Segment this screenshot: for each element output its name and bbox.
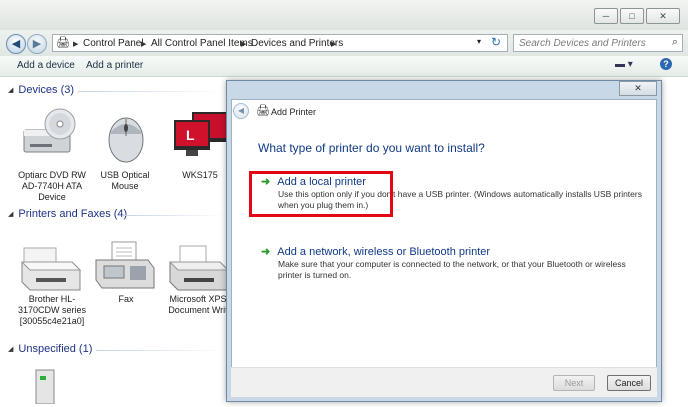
caption-buttons: ─ □ ✕: [594, 8, 680, 24]
option-description-line: printer is turned on.: [278, 270, 352, 280]
green-arrow-icon: ➜: [261, 246, 271, 258]
crumb-separator[interactable]: ▶: [141, 40, 146, 48]
add-printer-button[interactable]: Add a printer: [86, 60, 143, 71]
printer-label: Fax: [118, 294, 134, 304]
svg-text:L: L: [186, 127, 195, 143]
group-unspecified-label: Unspecified (1): [18, 343, 93, 355]
maximize-button[interactable]: □: [620, 8, 644, 24]
search-placeholder: Search Devices and Printers: [519, 38, 646, 49]
crumb-separator: ▶: [73, 41, 79, 48]
cancel-button[interactable]: Cancel: [607, 375, 651, 391]
dialog-title: Add Printer: [271, 107, 317, 117]
device-label: WKS175: [182, 170, 218, 180]
forward-button[interactable]: ▶: [27, 34, 47, 54]
printer-icon[interactable]: [166, 240, 232, 294]
command-bar: Add a device Add a printer ▬ ▾ ?: [0, 56, 688, 77]
collapse-triangle-icon[interactable]: ◢: [8, 345, 13, 353]
group-unspecified-header[interactable]: ◢ Unspecified (1): [8, 343, 92, 355]
highlight-box: [249, 171, 393, 217]
group-divider: [96, 350, 226, 351]
printer-small-icon: 🖨: [256, 105, 270, 117]
breadcrumb-control-panel[interactable]: Control Panel: [83, 38, 144, 49]
close-window-button[interactable]: ✕: [646, 8, 680, 24]
view-options-icon[interactable]: ▬ ▾: [615, 59, 633, 70]
mouse-icon[interactable]: [98, 110, 154, 164]
collapse-triangle-icon[interactable]: ◢: [8, 210, 13, 218]
history-dropdown-icon[interactable]: ▾: [477, 37, 481, 46]
search-input[interactable]: Search Devices and Printers ⌕: [513, 34, 683, 52]
minimize-button[interactable]: ─: [594, 8, 618, 24]
breadcrumb-all-items[interactable]: All Control Panel Items: [151, 38, 253, 49]
control-panel-icon: 🖨: [56, 37, 70, 49]
refresh-icon[interactable]: ↻: [491, 35, 501, 49]
add-device-button[interactable]: Add a device: [17, 60, 75, 71]
dialog-footer: Next Cancel: [231, 367, 657, 397]
address-bar[interactable]: 🖨 ▶ Control Panel ▶ All Control Panel It…: [52, 34, 508, 52]
printer-label-text: Microsoft XPS Document Writ: [168, 294, 228, 315]
group-devices-header[interactable]: ◢ Devices (3): [8, 84, 74, 96]
device-label: Optiarc DVD RW AD-7740H ATA Device: [18, 170, 86, 202]
unspecified-device-icon[interactable]: [32, 368, 58, 405]
help-icon[interactable]: ?: [660, 58, 672, 70]
title-bar: ─ □ ✕: [0, 0, 688, 30]
next-button[interactable]: Next: [553, 375, 595, 391]
breadcrumb-devices-printers[interactable]: Devices and Printers: [251, 38, 343, 49]
group-printers-header[interactable]: ◢ Printers and Faxes (4): [8, 208, 127, 220]
back-button[interactable]: ◀: [6, 34, 26, 54]
add-printer-dialog: ✕ ◀ 🖨 Add Printer What type of printer d…: [226, 80, 662, 402]
crumb-separator[interactable]: ▶: [331, 40, 336, 48]
crumb-separator[interactable]: ▶: [241, 40, 246, 48]
collapse-triangle-icon[interactable]: ◢: [8, 86, 13, 94]
option-network-printer[interactable]: ➜ Add a network, wireless or Bluetooth p…: [261, 245, 649, 281]
printer-label: Microsoft XPS Document Writ: [166, 294, 230, 316]
computer-icon[interactable]: L: [172, 110, 228, 160]
printer-icon[interactable]: [18, 240, 84, 294]
group-devices-label: Devices (3): [18, 84, 75, 96]
option-description-line: Make sure that your computer is connecte…: [278, 259, 626, 269]
group-printers-label: Printers and Faxes (4): [18, 208, 128, 220]
dialog-close-button[interactable]: ✕: [619, 81, 657, 96]
dialog-back-button[interactable]: ◀: [233, 103, 249, 119]
printer-label: Brother HL-3170CDW series [30055c4e21a0]: [17, 294, 87, 326]
search-icon[interactable]: ⌕: [672, 36, 678, 49]
group-divider: [122, 215, 226, 216]
group-divider: [78, 91, 226, 92]
dialog-question: What type of printer do you want to inst…: [258, 141, 485, 155]
option-title: Add a network, wireless or Bluetooth pri…: [277, 246, 491, 258]
device-label: USB Optical Mouse: [100, 170, 150, 191]
fax-icon[interactable]: [92, 240, 158, 294]
dvd-drive-icon[interactable]: [20, 108, 80, 162]
